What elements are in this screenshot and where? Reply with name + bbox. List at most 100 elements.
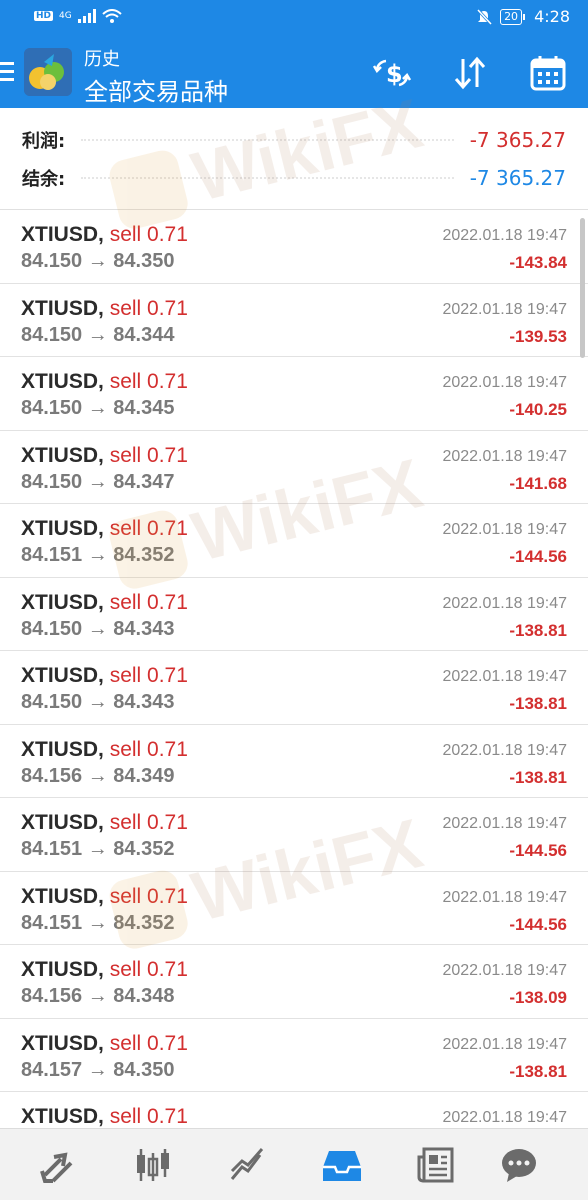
chart-icon[interactable]: [131, 1143, 175, 1187]
quotes-icon[interactable]: [37, 1143, 81, 1187]
signal-icon: [77, 9, 96, 23]
symbol-name: XTIUSD,: [21, 517, 104, 540]
trade-side: sell 0.71: [109, 370, 188, 393]
trade-prices: 84.150 → 84.344: [21, 323, 175, 346]
menu-icon[interactable]: [0, 62, 14, 82]
trade-symbol: XTIUSD, sell 0.71: [21, 370, 188, 394]
battery-icon: 20: [500, 8, 526, 25]
trade-time: 2022.01.18 19:47: [442, 300, 567, 318]
trade-row[interactable]: XTIUSD, sell 0.71 84.150 → 84.343 2022.01.…: [0, 651, 588, 725]
trade-prices: 84.151 → 84.352: [21, 911, 175, 934]
account-summary: 利润: -7 365.27 结余: -7 365.27: [0, 108, 588, 210]
trade-row[interactable]: XTIUSD, sell 0.71 84.150 → 84.344 2022.01.…: [0, 283, 588, 357]
trade-prices: 84.156 → 84.349: [21, 764, 175, 787]
trade-symbol: XTIUSD, sell 0.71: [21, 444, 188, 468]
trade-symbol: XTIUSD, sell 0.71: [21, 958, 188, 982]
trade-side: sell 0.71: [109, 958, 188, 981]
calendar-icon[interactable]: [527, 52, 569, 94]
trade-row[interactable]: XTIUSD, sell 0.71 84.151 → 84.352 2022.01.…: [0, 504, 588, 578]
trade-row[interactable]: XTIUSD, sell 0.71 84.156 → 84.349 2022.01.…: [0, 724, 588, 798]
chat-icon[interactable]: [497, 1143, 541, 1187]
trade-side: sell 0.71: [109, 443, 188, 467]
status-bar: HD 4G 20 4:28: [0, 0, 588, 36]
trade-symbol: XTIUSD, sell 0.71: [21, 664, 188, 688]
trade-time: 2022.01.18 19:47: [442, 374, 567, 391]
trade-profit: -140.25: [509, 400, 567, 419]
trade-side: sell 0.71: [109, 223, 188, 246]
symbol-name: XTIUSD,: [21, 443, 104, 467]
trade-history-list[interactable]: XTIUSD, sell 0.71 84.150 → 84.350 2022.01.…: [0, 210, 588, 1128]
trade-prices: 84.157 → 84.350: [21, 1058, 175, 1081]
network-label: 4G: [59, 11, 72, 21]
trade-row[interactable]: XTIUSD, sell 0.71 84.157 → 84.350 2022.01.…: [0, 1018, 588, 1092]
symbol-name: XTIUSD,: [21, 811, 104, 834]
balance-value: -7 365.27: [469, 166, 566, 190]
trade-time: 2022.01.18 19:47: [442, 447, 567, 465]
scrollbar[interactable]: [580, 218, 585, 358]
trade-side: sell 0.71: [109, 296, 188, 320]
trade-profit: -138.81: [509, 1061, 567, 1081]
trade-side: sell 0.71: [109, 590, 188, 614]
bottom-nav: [0, 1128, 588, 1200]
balance-label: 结余:: [22, 169, 66, 190]
trade-symbol: XTIUSD, sell 0.71: [21, 223, 188, 247]
trade-symbol: XTIUSD, sell 0.71: [21, 885, 188, 909]
trade-row[interactable]: XTIUSD, sell 0.71 84.156 → 84.348 2022.01.…: [0, 945, 588, 1019]
trade-symbol: XTIUSD, sell 0.71: [21, 517, 188, 541]
trade-time: 2022.01.18 19:47: [442, 521, 567, 538]
symbol-name: XTIUSD,: [21, 664, 104, 687]
currency-swap-icon[interactable]: $: [371, 52, 413, 94]
trade-symbol: XTIUSD, sell 0.71: [21, 1105, 188, 1128]
trade-profit: -141.68: [509, 473, 567, 493]
trade-row[interactable]: XTIUSD, sell 0.71 84.150 → 84.350 2022.01.…: [0, 210, 588, 284]
profit-value: -7 365.27: [469, 128, 566, 152]
trade-prices: 84.150 → 84.345: [21, 397, 175, 419]
app-bar: 历史 全部交易品种 $: [0, 36, 588, 108]
trade-profit: -139.53: [509, 326, 567, 346]
symbol-name: XTIUSD,: [21, 223, 104, 246]
history-icon[interactable]: [320, 1143, 364, 1187]
symbol-name: XTIUSD,: [21, 296, 104, 320]
header-subtitle: 历史: [84, 49, 120, 70]
trade-profit: -143.84: [509, 253, 567, 272]
symbol-name: XTIUSD,: [21, 590, 104, 614]
trade-profit: -144.56: [509, 841, 567, 860]
balance-row: 结余: -7 365.27: [22, 160, 566, 196]
trade-symbol: XTIUSD, sell 0.71: [21, 811, 188, 835]
trade-row[interactable]: XTIUSD, sell 0.71 84.151 → 84.352 2022.01.…: [0, 871, 588, 945]
trade-row[interactable]: XTIUSD, sell 0.71 84.150 → 84.347 2022.01.…: [0, 430, 588, 504]
trade-prices: 84.156 → 84.348: [21, 985, 175, 1007]
sort-icon[interactable]: [449, 52, 491, 94]
trade-side: sell 0.71: [109, 1105, 188, 1128]
trade-profit: -138.81: [509, 694, 567, 713]
trade-profit: -138.81: [509, 767, 567, 787]
header-title[interactable]: 全部交易品种: [84, 72, 228, 107]
trade-row[interactable]: XTIUSD, sell 0.71 2022.01.18 19:47: [0, 1092, 588, 1128]
symbol-name: XTIUSD,: [21, 884, 104, 908]
status-left: HD 4G: [34, 9, 122, 23]
trade-side: sell 0.71: [109, 811, 188, 834]
trade-symbol: XTIUSD, sell 0.71: [21, 297, 188, 321]
symbol-name: XTIUSD,: [21, 1105, 104, 1128]
symbol-name: XTIUSD,: [21, 370, 104, 393]
symbol-name: XTIUSD,: [21, 958, 104, 981]
app-logo[interactable]: [24, 48, 72, 96]
trade-icon[interactable]: [226, 1143, 270, 1187]
trade-profit: -138.81: [509, 620, 567, 640]
trade-side: sell 0.71: [109, 664, 188, 687]
trade-time: 2022.01.18 19:47: [442, 888, 567, 906]
trade-symbol: XTIUSD, sell 0.71: [21, 591, 188, 615]
trade-time: 2022.01.18 19:47: [442, 1109, 567, 1126]
news-icon[interactable]: [414, 1143, 458, 1187]
divider: [81, 139, 454, 141]
trade-profit: -138.09: [509, 988, 567, 1007]
trade-time: 2022.01.18 19:47: [442, 227, 567, 244]
wifi-icon: [102, 9, 122, 23]
trade-prices: 84.150 → 84.343: [21, 617, 175, 640]
trade-profit: -144.56: [509, 547, 567, 566]
trade-row[interactable]: XTIUSD, sell 0.71 84.150 → 84.343 2022.01.…: [0, 577, 588, 651]
trade-row[interactable]: XTIUSD, sell 0.71 84.150 → 84.345 2022.01.…: [0, 357, 588, 431]
trade-prices: 84.150 → 84.343: [21, 691, 175, 713]
trade-row[interactable]: XTIUSD, sell 0.71 84.151 → 84.352 2022.01.…: [0, 798, 588, 872]
symbol-name: XTIUSD,: [21, 1031, 104, 1055]
